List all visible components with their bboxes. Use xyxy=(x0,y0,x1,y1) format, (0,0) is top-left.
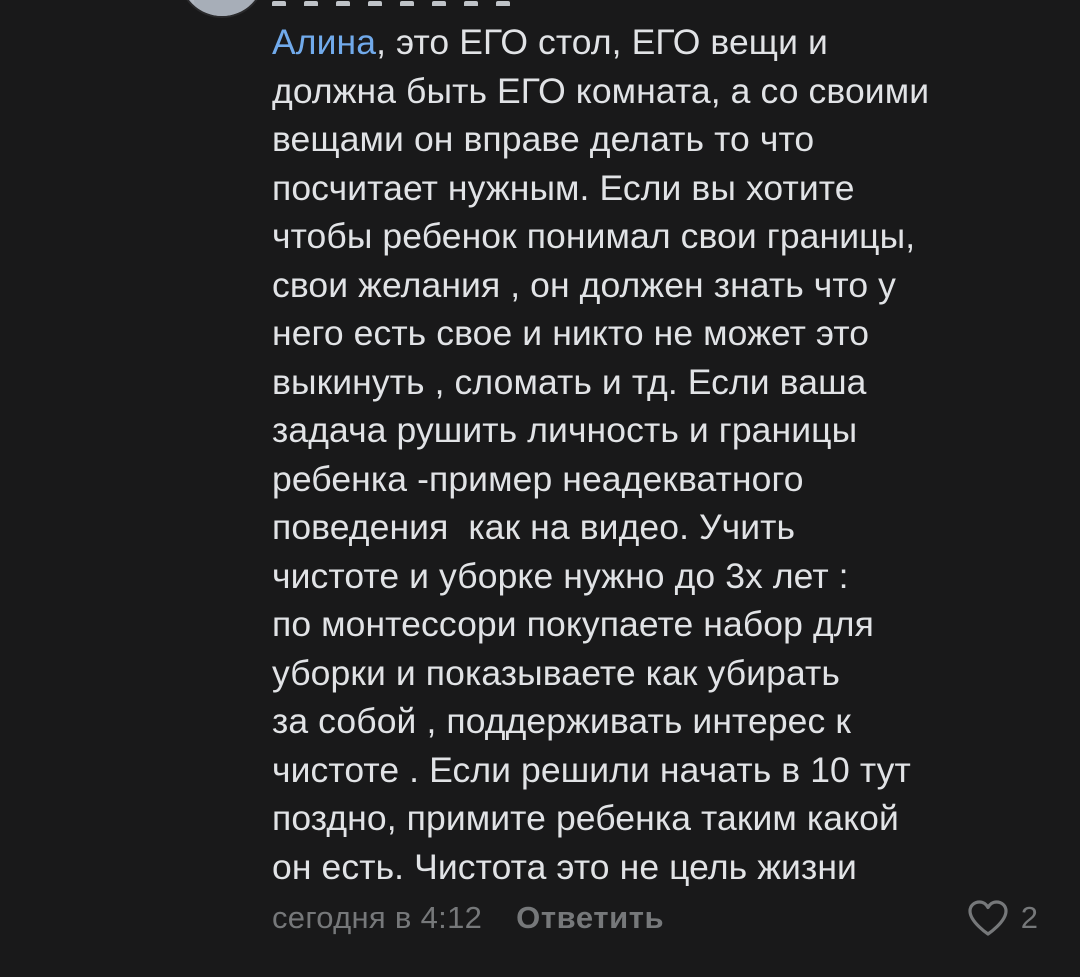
heart-outline-icon[interactable] xyxy=(967,899,1009,937)
comment-text: Алина, это ЕГО стол, ЕГО вещи и должна б… xyxy=(272,18,1052,891)
like-count: 2 xyxy=(1020,900,1038,935)
comment-footer: сегодня в 4:12 Ответить 2 xyxy=(272,893,1038,943)
timestamp: сегодня в 4:12 xyxy=(272,900,483,935)
mention-link[interactable]: Алина xyxy=(272,22,376,62)
previous-content-fragment xyxy=(272,0,552,6)
like-button[interactable]: 2 xyxy=(967,899,1038,937)
comment-body: Алина, это ЕГО стол, ЕГО вещи и должна б… xyxy=(272,18,1052,891)
reply-button[interactable]: Ответить xyxy=(516,900,664,936)
author-avatar[interactable] xyxy=(178,0,266,18)
comment-message: , это ЕГО стол, ЕГО вещи и должна быть Е… xyxy=(272,22,930,887)
